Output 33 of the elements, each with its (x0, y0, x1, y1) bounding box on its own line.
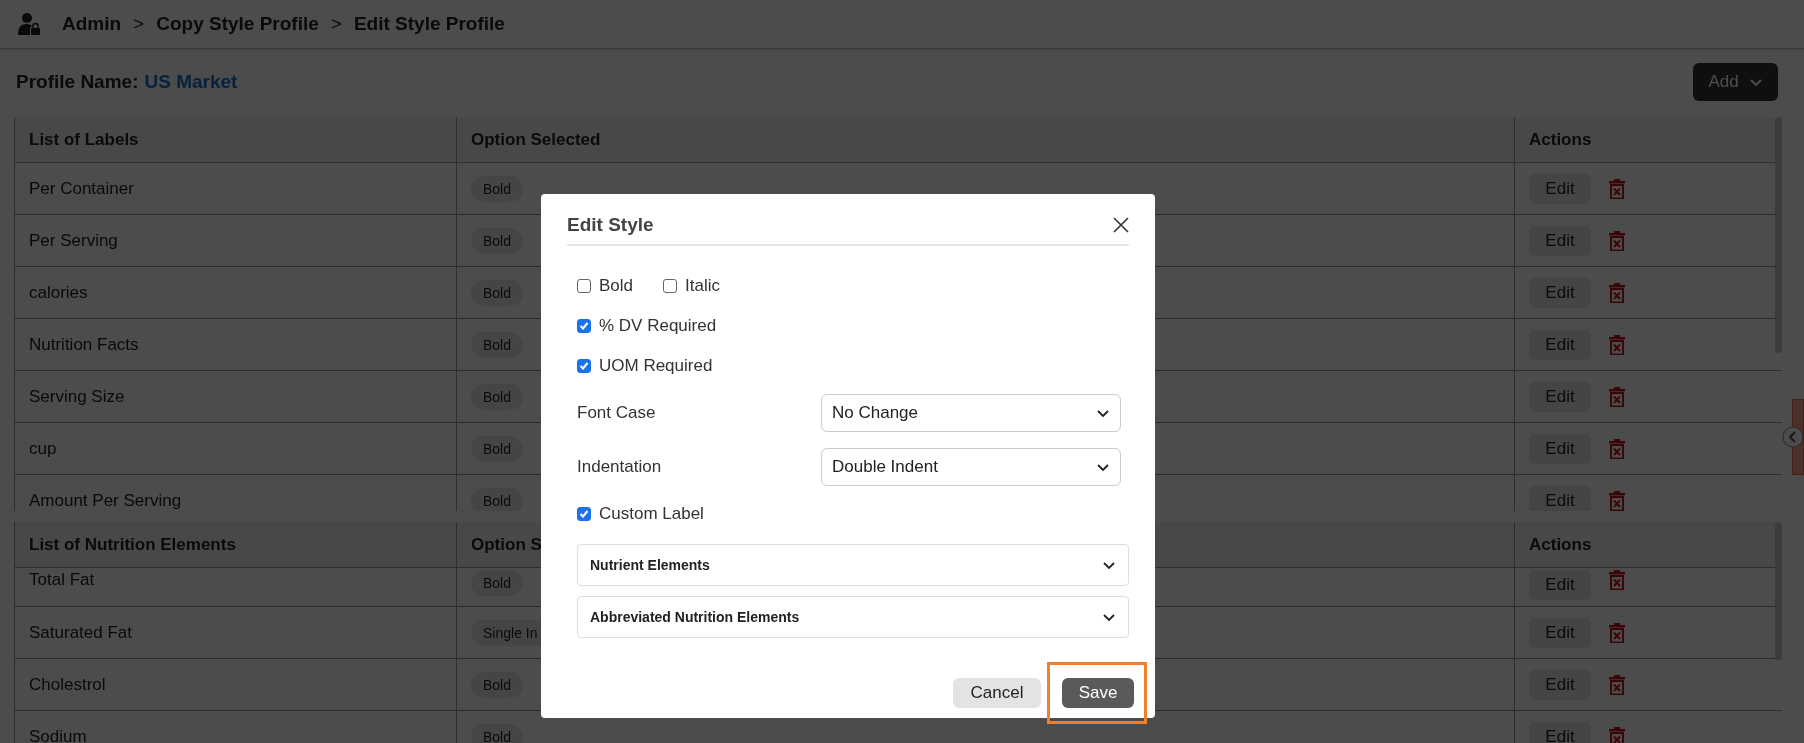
close-icon[interactable] (1113, 217, 1129, 233)
save-button[interactable]: Save (1062, 678, 1134, 708)
cancel-button[interactable]: Cancel (953, 678, 1041, 708)
dropdown[interactable]: Double Indent (821, 448, 1121, 486)
chevron-down-icon (1096, 461, 1110, 473)
profile-name-value: US Market (144, 71, 238, 93)
checkmark-icon (579, 321, 589, 331)
dialog-title: Edit Style (567, 214, 654, 236)
checkbox[interactable] (577, 359, 591, 373)
dropdown[interactable]: No Change (821, 394, 1121, 432)
profile-name-label: Profile Name: (16, 71, 139, 93)
checkbox-label: % DV Required (599, 316, 717, 336)
accordion-header[interactable]: Nutrient Elements (577, 544, 1129, 586)
checkbox[interactable] (663, 279, 678, 293)
chevron-down-icon (1102, 559, 1116, 571)
checkbox-label: Custom Label (599, 504, 704, 524)
breadcrumb-item: Edit Style Profile (353, 13, 505, 35)
breadcrumb-separator: > (330, 13, 342, 35)
breadcrumb-separator: > (133, 13, 145, 35)
checkmark-icon (579, 361, 589, 371)
checkbox-label: UOM Required (599, 356, 713, 376)
field-label: Indentation (577, 457, 663, 477)
field-label: Font Case (577, 403, 657, 423)
chevron-down-icon (1102, 611, 1116, 623)
chevron-down-icon (1096, 407, 1110, 419)
breadcrumb-item[interactable]: Copy Style Profile (156, 13, 319, 35)
checkbox[interactable] (577, 279, 591, 293)
checkbox[interactable] (577, 319, 591, 333)
checkbox-label: Italic (685, 276, 720, 296)
accordion-header[interactable]: Abbreviated Nutrition Elements (577, 596, 1129, 638)
checkbox[interactable] (577, 507, 591, 521)
checkbox-label: Bold (599, 276, 634, 296)
checkmark-icon (579, 509, 589, 519)
